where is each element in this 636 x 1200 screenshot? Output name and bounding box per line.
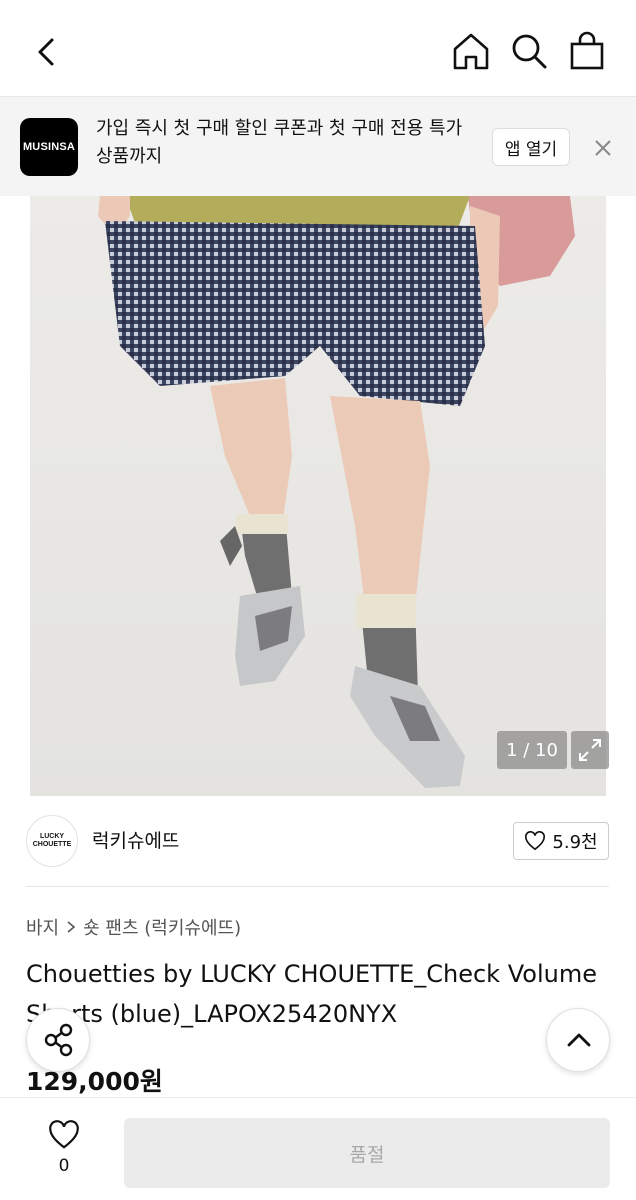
home-icon (453, 33, 489, 70)
image-counter: 1 / 10 (497, 731, 567, 769)
wishlist-button[interactable]: 0 (40, 1120, 88, 1180)
brand-logo[interactable]: LUCKY CHOUETTE (26, 815, 78, 867)
app-promo-banner: MUSINSA 가입 즉시 첫 구매 할인 쿠폰과 첫 구매 전용 특가 상품까… (0, 96, 636, 196)
close-banner-button[interactable] (590, 135, 616, 161)
brand-logo-line2: CHOUETTE (32, 841, 72, 848)
chevron-right-icon (67, 921, 76, 933)
brand-logo-line1: LUCKY (39, 833, 65, 840)
heart-icon (49, 1120, 79, 1149)
cart-button[interactable] (566, 30, 608, 72)
open-app-button[interactable]: 앱 열기 (492, 128, 570, 166)
home-button[interactable] (450, 30, 492, 72)
expand-image-button[interactable] (571, 731, 609, 769)
chevron-up-icon (567, 1033, 591, 1047)
share-button[interactable] (26, 1008, 90, 1072)
brand-like-count: 5.9천 (552, 832, 598, 853)
share-icon (44, 1023, 73, 1057)
product-title: Chouetties by LUCKY CHOUETTE_Check Volum… (26, 960, 597, 1028)
musinsa-logo: MUSINSA (20, 118, 78, 176)
product-photo-illustration (30, 196, 606, 796)
bottom-purchase-bar: 0 품절 (0, 1097, 636, 1200)
sold-out-button: 품절 (124, 1118, 610, 1188)
back-button[interactable] (30, 30, 66, 74)
chevron-left-icon (38, 38, 54, 66)
expand-icon (579, 739, 601, 761)
breadcrumb-subcategory[interactable]: 숏 팬츠 (럭키슈에뜨) (83, 914, 241, 940)
product-image[interactable] (30, 196, 606, 796)
brand-name-link[interactable]: 럭키슈에뜨 (92, 826, 179, 853)
close-icon (595, 140, 611, 156)
brand-like-button[interactable]: 5.9천 (513, 822, 609, 860)
wishlist-count: 0 (58, 1156, 70, 1176)
search-button[interactable] (508, 30, 550, 72)
heart-icon (525, 831, 546, 851)
breadcrumb: 바지 숏 팬츠 (럭키슈에뜨) (26, 914, 241, 940)
search-icon (512, 34, 547, 69)
scroll-to-top-button[interactable] (546, 1008, 610, 1072)
shopping-bag-icon (570, 31, 604, 70)
top-navigation-bar (0, 0, 636, 96)
promo-message: 가입 즉시 첫 구매 할인 쿠폰과 첫 구매 전용 특가 상품까지 (96, 118, 463, 167)
section-divider (26, 886, 609, 887)
breadcrumb-category[interactable]: 바지 (26, 914, 59, 940)
